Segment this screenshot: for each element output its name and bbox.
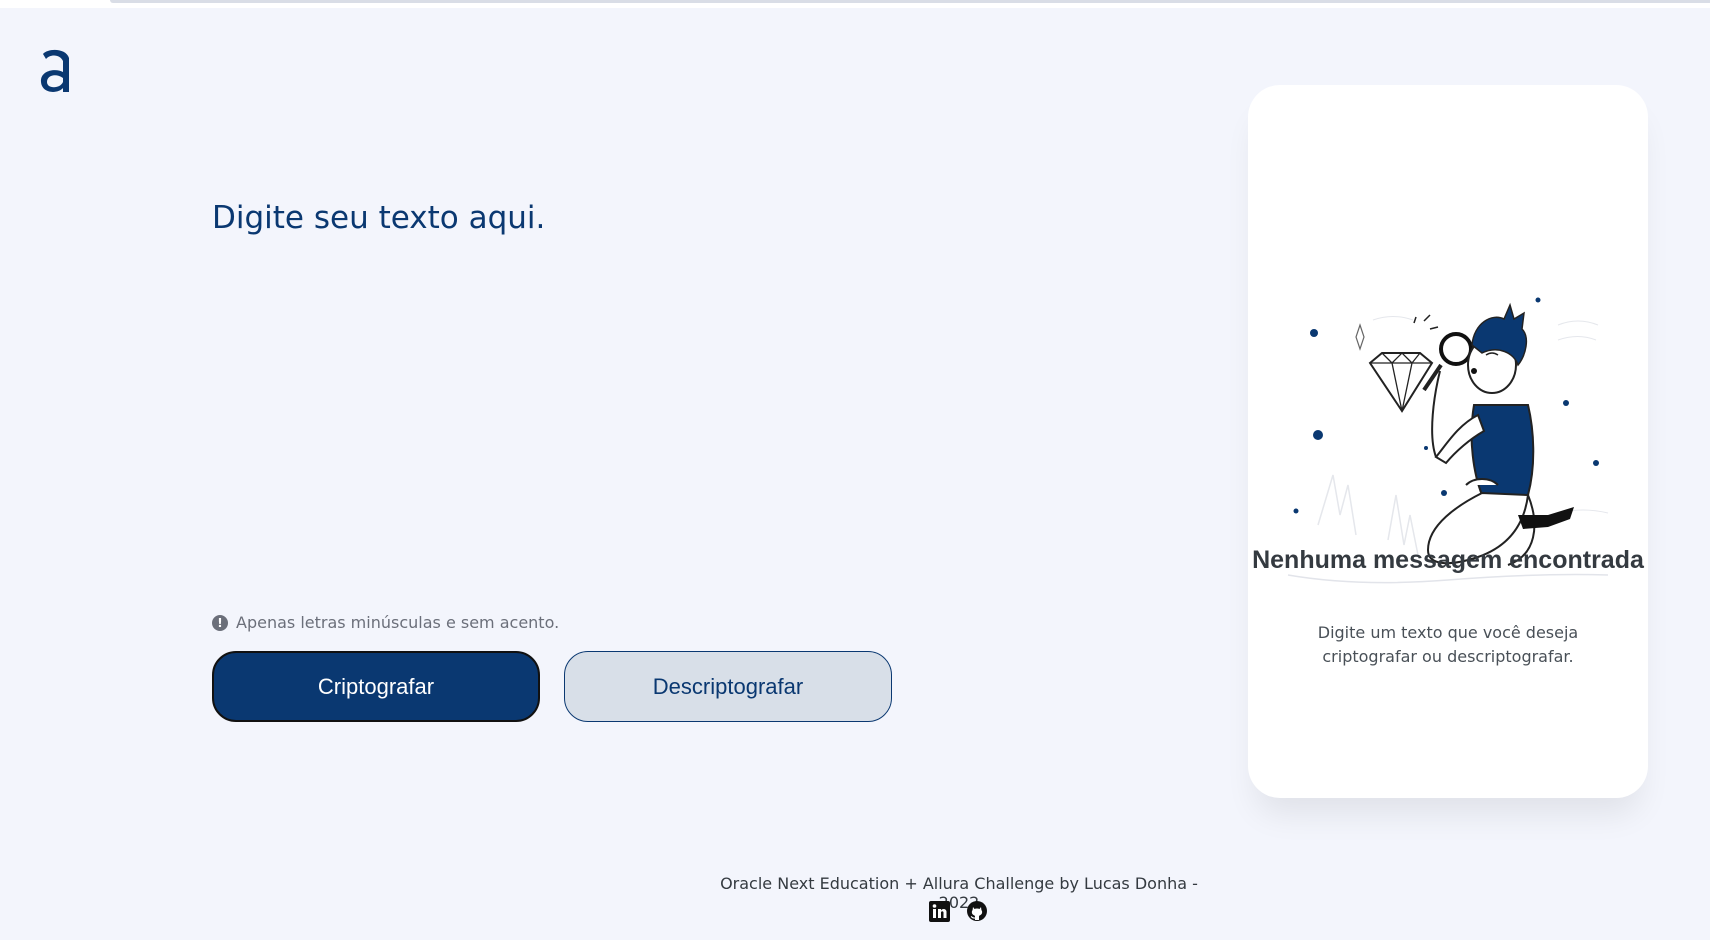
hint-text: Apenas letras minúsculas e sem acento. (236, 613, 560, 632)
encrypt-button[interactable]: Criptografar (212, 651, 540, 722)
person-with-magnifier-illustration (1287, 297, 1609, 584)
no-message-title: Nenhuma messagem encontrada (1252, 546, 1644, 574)
browser-tab-edge (110, 0, 1710, 3)
browser-bottom-edge (0, 940, 1710, 944)
decrypt-button[interactable]: Descriptografar (564, 651, 892, 722)
no-message-description: Digite um texto que você deseja criptogr… (1317, 623, 1579, 666)
input-hint: ! Apenas letras minúsculas e sem acento. (212, 613, 559, 632)
result-panel: Nenhuma messagem encontrada Digite um te… (1248, 85, 1648, 798)
exclamation-circle-icon: ! (212, 614, 228, 631)
alura-logo[interactable] (36, 44, 76, 100)
linkedin-icon[interactable] (928, 900, 950, 922)
footer-social-links (928, 900, 988, 922)
text-input[interactable] (212, 200, 1172, 580)
decrypt-button-label: Descriptografar (652, 673, 804, 699)
github-icon[interactable] (966, 900, 988, 922)
browser-top-edge (0, 0, 1710, 8)
encrypt-button-label: Criptografar (317, 673, 435, 699)
